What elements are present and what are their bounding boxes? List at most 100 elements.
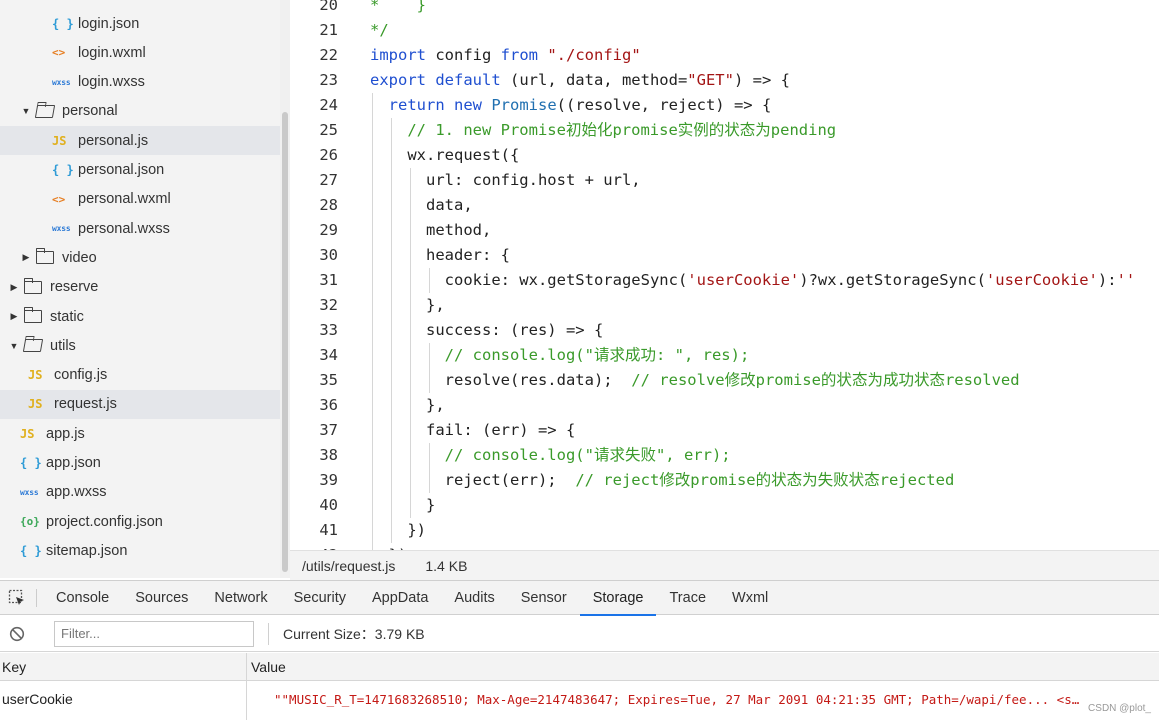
tree-file[interactable]: wxss login.wxss — [0, 68, 280, 97]
tree-file[interactable]: <> login.wxml — [0, 38, 280, 67]
tree-folder-utils[interactable]: ▼ utils — [0, 331, 280, 360]
folder-icon — [23, 277, 44, 297]
code-token: wx.request({ — [370, 146, 520, 164]
tree-folder-video[interactable]: ▶ video — [0, 243, 280, 272]
code-text: }, — [370, 293, 445, 318]
chevron-right-icon[interactable]: ▶ — [20, 252, 32, 263]
tree-item-label: app.js — [46, 425, 85, 442]
code-token: )?wx.getStorageSync( — [799, 271, 986, 289]
code-token: method, — [370, 221, 492, 239]
wxss-file-icon: wxss — [52, 224, 71, 234]
json-file-icon: { } — [52, 163, 74, 177]
tree-file[interactable]: { } app.json — [0, 449, 280, 478]
tab-security[interactable]: Security — [281, 581, 359, 615]
code-text: * } — [370, 0, 426, 18]
chevron-right-icon[interactable]: ▶ — [8, 311, 20, 322]
chevron-down-icon[interactable]: ▼ — [20, 106, 32, 116]
line-number: 42 — [290, 543, 338, 550]
tab-trace[interactable]: Trace — [656, 581, 719, 615]
chevron-down-icon[interactable]: ▼ — [8, 341, 20, 351]
line-number: 36 — [319, 396, 338, 414]
tree-file[interactable]: <> personal.wxml — [0, 185, 280, 214]
code-editor[interactable]: 20 * } 21 */ 22 import config from "./config"… — [290, 0, 1159, 550]
tree-folder-personal[interactable]: ▼ personal — [0, 97, 280, 126]
tree-item-label: personal.wxss — [78, 220, 170, 237]
file-tree: { } login.json <> login.wxml wxss login.wxss ▼… — [0, 0, 280, 578]
storage-key-cell[interactable]: userCookie — [2, 691, 73, 707]
file-tree-scroll-thumb[interactable] — [282, 112, 288, 572]
tab-wxml[interactable]: Wxml — [719, 581, 781, 615]
wxss-file-icon: wxss — [52, 77, 71, 87]
chevron-right-icon[interactable]: ▶ — [8, 282, 20, 293]
tree-file[interactable]: { } personal.json — [0, 156, 280, 185]
tree-file[interactable]: JS app.js — [0, 419, 280, 448]
tab-console[interactable]: Console — [43, 581, 122, 615]
code-token: } — [370, 496, 436, 514]
tab-storage[interactable]: Storage — [579, 581, 657, 616]
file-tree-scrollbar[interactable] — [280, 0, 290, 578]
editor-status-bar: /utils/request.js 1.4 KB — [290, 550, 1159, 580]
tab-sensor[interactable]: Sensor — [508, 581, 580, 615]
column-header-key[interactable]: Key — [2, 659, 26, 675]
folder-icon — [23, 307, 44, 326]
code-line: 40 } — [290, 493, 1159, 518]
tab-appdata[interactable]: AppData — [359, 581, 441, 615]
code-token: Promise — [491, 96, 557, 114]
line-number: 30 — [319, 246, 338, 264]
tree-file[interactable]: JS personal.js — [0, 126, 280, 156]
code-token: 'userCookie' — [687, 271, 800, 289]
clear-storage-icon[interactable] — [0, 626, 34, 642]
tab-sources[interactable]: Sources — [122, 581, 201, 615]
code-text: method, — [370, 218, 491, 243]
code-line: 36 }, — [290, 393, 1159, 418]
tab-network[interactable]: Network — [201, 581, 280, 615]
code-token: // 1. new Promise初始化promise实例的状态为pending — [407, 121, 837, 139]
filter-input[interactable] — [54, 620, 254, 647]
line-number: 40 — [319, 496, 338, 514]
code-text: }) — [370, 543, 408, 550]
tree-file[interactable]: JS request.js — [0, 389, 280, 419]
code-line: 22 import config from "./config" — [290, 43, 1159, 68]
tree-item-label: personal.wxml — [78, 191, 171, 208]
tree-file[interactable]: wxss personal.wxss — [0, 214, 280, 243]
code-line: 28 data, — [290, 193, 1159, 218]
code-text: }, — [370, 393, 445, 418]
code-token: // console.log("请求失败", err); — [444, 446, 731, 464]
tree-item-label: project.config.json — [46, 513, 163, 530]
code-line: 23 export default (url, data, method="GET… — [290, 68, 1159, 93]
code-line: 34 // console.log("请求成功: ", res); — [290, 343, 1159, 368]
code-text: data, — [370, 193, 473, 218]
json-file-icon: { } — [20, 543, 42, 558]
code-token: reject(err); — [370, 471, 576, 489]
tree-file[interactable]: JS config.js — [0, 361, 280, 390]
tree-item-label: personal.json — [78, 162, 165, 178]
code-line: 29 method, — [290, 218, 1159, 243]
storage-value-cell[interactable]: ""MUSIC_R_T=1471683268510; Max-Age=21474… — [274, 692, 1144, 707]
code-text: */ — [370, 18, 389, 43]
code-token: ((resolve, reject) => { — [556, 96, 772, 114]
code-line: 33 success: (res) => { — [290, 318, 1159, 343]
tree-item-label: static — [50, 308, 84, 325]
column-header-value[interactable]: Value — [251, 659, 286, 675]
code-token: return new — [388, 96, 482, 114]
folder-shape — [22, 339, 44, 353]
cfg-file-icon: {o} — [20, 515, 40, 529]
tree-file[interactable]: wxss app.wxss — [0, 478, 280, 507]
tree-file[interactable]: {o} project.config.json — [0, 507, 280, 536]
inspect-element-icon[interactable] — [0, 581, 34, 615]
tab-audits[interactable]: Audits — [441, 581, 507, 615]
code-line: 41 }) — [290, 518, 1159, 543]
code-token: import — [370, 46, 426, 64]
tree-file[interactable]: { } login.json — [0, 9, 280, 38]
tree-file[interactable]: { } sitemap.json — [0, 536, 280, 565]
code-token: }, — [370, 396, 445, 414]
tree-folder-reserve[interactable]: ▶ reserve — [0, 273, 280, 302]
line-number: 38 — [319, 446, 338, 464]
code-token: }) — [370, 521, 426, 539]
code-line: 37 fail: (err) => { — [290, 418, 1159, 443]
tree-folder-static[interactable]: ▶ static — [0, 302, 280, 331]
json-file-icon: { } — [52, 16, 74, 31]
table-row[interactable]: userCookie ""MUSIC_R_T=1471683268510; Ma… — [0, 682, 1159, 718]
js-file-icon: JS — [28, 368, 43, 383]
